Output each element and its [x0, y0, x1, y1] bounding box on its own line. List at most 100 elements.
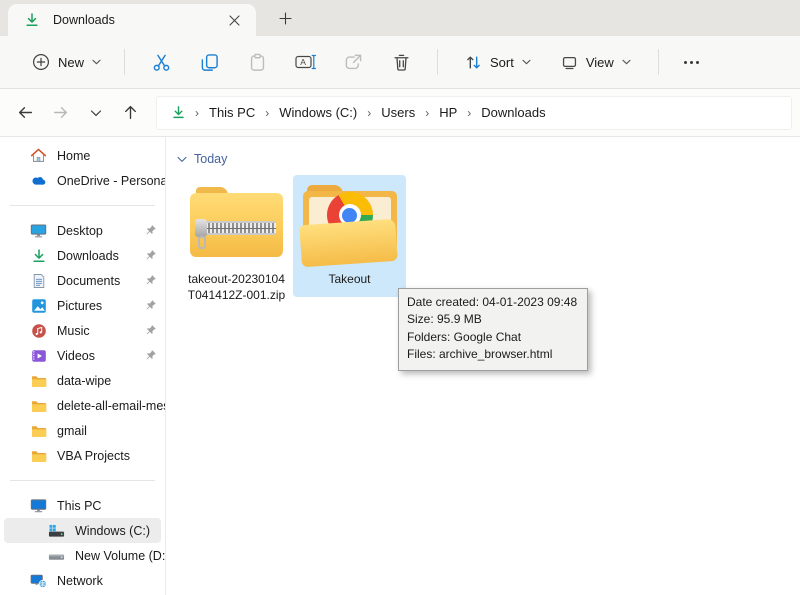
sidebar-item-downloads[interactable]: Downloads: [0, 243, 165, 268]
new-button-label: New: [58, 55, 84, 70]
sidebar-item-label: Home: [57, 149, 90, 163]
sidebar-item-pictures[interactable]: Pictures: [0, 293, 165, 318]
sidebar-item-onedrive[interactable]: OneDrive - Personal: [0, 168, 165, 193]
sidebar-item-documents[interactable]: Documents: [0, 268, 165, 293]
breadcrumb-chevron: ›: [192, 106, 202, 120]
sidebar-item-label: New Volume (D:): [75, 549, 166, 563]
pin-icon: [144, 249, 157, 262]
windows-drive-icon: [48, 522, 65, 539]
sidebar-item-label: VBA Projects: [57, 449, 130, 463]
chevron-down-icon: [622, 59, 631, 65]
downloads-location-icon: [171, 105, 186, 120]
sidebar-item-label: Network: [57, 574, 103, 588]
pin-icon: [144, 299, 157, 312]
sidebar-item-windows-c[interactable]: Windows (C:): [4, 518, 161, 543]
new-button[interactable]: New: [21, 46, 112, 78]
sidebar-item-delete-all-email[interactable]: delete-all-email-mess: [0, 393, 165, 418]
file-item-takeout[interactable]: Takeout: [293, 175, 406, 297]
svg-text:A: A: [300, 57, 306, 67]
file-info-tooltip: Date created: 04-01-2023 09:48 Size: 95.…: [398, 288, 588, 371]
sidebar-item-label: Downloads: [57, 249, 119, 263]
toolbar-divider: [437, 49, 438, 75]
toolbar-divider: [658, 49, 659, 75]
sidebar-item-new-volume-d[interactable]: New Volume (D:): [0, 543, 165, 568]
videos-icon: [30, 347, 47, 364]
sidebar-item-vba-projects[interactable]: VBA Projects: [0, 443, 165, 468]
breadcrumb-chevron: ›: [422, 106, 432, 120]
up-button[interactable]: [113, 97, 148, 129]
sidebar-item-label: Pictures: [57, 299, 102, 313]
rename-button[interactable]: A: [284, 43, 326, 81]
tooltip-line-size: Size: 95.9 MB: [407, 311, 577, 328]
sidebar-item-network[interactable]: Network: [0, 568, 165, 593]
desktop-icon: [30, 222, 47, 239]
paste-button[interactable]: [236, 43, 278, 81]
sidebar-item-music[interactable]: Music: [0, 318, 165, 343]
close-tab-icon[interactable]: [220, 8, 248, 32]
tooltip-line-date: Date created: 04-01-2023 09:48: [407, 294, 577, 311]
recent-locations-button[interactable]: [78, 97, 113, 129]
breadcrumb-chevron: ›: [464, 106, 474, 120]
folder-icon: [30, 372, 47, 389]
tooltip-line-files: Files: archive_browser.html: [407, 346, 577, 363]
view-button[interactable]: View: [550, 47, 642, 78]
command-toolbar: New A Sort View: [0, 36, 800, 89]
onedrive-cloud-icon: [30, 172, 47, 189]
sort-button[interactable]: Sort: [454, 47, 542, 78]
sidebar-item-label: data-wipe: [57, 374, 111, 388]
navigation-pane: Home OneDrive - Personal Desktop Downloa…: [0, 137, 166, 595]
new-tab-button[interactable]: [270, 4, 300, 32]
address-field[interactable]: › This PC › Windows (C:) › Users › HP › …: [156, 96, 792, 130]
sidebar-item-label: Desktop: [57, 224, 103, 238]
breadcrumb-windows-c[interactable]: Windows (C:): [272, 100, 364, 125]
delete-button[interactable]: [380, 43, 422, 81]
back-button[interactable]: [8, 97, 43, 129]
sidebar-divider: [10, 205, 155, 206]
copy-button[interactable]: [188, 43, 230, 81]
breadcrumb-downloads[interactable]: Downloads: [474, 100, 552, 125]
forward-button[interactable]: [43, 97, 78, 129]
sidebar-item-label: delete-all-email-mess: [57, 399, 166, 413]
breadcrumb-hp[interactable]: HP: [432, 100, 464, 125]
pictures-icon: [30, 297, 47, 314]
sidebar-item-this-pc[interactable]: This PC: [0, 493, 165, 518]
chevron-down-icon: [92, 59, 101, 65]
sidebar-item-gmail[interactable]: gmail: [0, 418, 165, 443]
network-icon: [30, 572, 47, 589]
explorer-tab[interactable]: Downloads: [8, 4, 256, 36]
sidebar-item-videos[interactable]: Videos: [0, 343, 165, 368]
file-name: takeout-20230104T041412Z-001.zip: [186, 271, 288, 303]
sidebar-item-home[interactable]: Home: [0, 143, 165, 168]
breadcrumb-this-pc[interactable]: This PC: [202, 100, 262, 125]
cut-button[interactable]: [140, 43, 182, 81]
sidebar-divider: [10, 480, 155, 481]
pin-icon: [144, 324, 157, 337]
documents-icon: [30, 272, 47, 289]
view-button-label: View: [586, 55, 614, 70]
sidebar-item-label: gmail: [57, 424, 87, 438]
group-header-label: Today: [194, 152, 227, 166]
file-item-zip[interactable]: takeout-20230104T041412Z-001.zip: [180, 175, 293, 313]
sidebar-item-label: Documents: [57, 274, 120, 288]
pin-icon: [144, 349, 157, 362]
more-options-button[interactable]: [671, 43, 713, 81]
breadcrumb-chevron: ›: [364, 106, 374, 120]
this-pc-icon: [30, 497, 47, 514]
sidebar-item-desktop[interactable]: Desktop: [0, 218, 165, 243]
sidebar-item-data-wipe[interactable]: data-wipe: [0, 368, 165, 393]
sidebar-item-label: OneDrive - Personal: [57, 174, 166, 188]
sidebar-item-label: Videos: [57, 349, 95, 363]
share-button[interactable]: [332, 43, 374, 81]
sidebar-item-label: Windows (C:): [75, 524, 150, 538]
pin-icon: [144, 274, 157, 287]
folder-icon: [30, 447, 47, 464]
address-bar: › This PC › Windows (C:) › Users › HP › …: [0, 89, 800, 137]
breadcrumb-users[interactable]: Users: [374, 100, 422, 125]
pin-icon: [144, 224, 157, 237]
file-name: Takeout: [299, 271, 401, 287]
sort-button-label: Sort: [490, 55, 514, 70]
sort-arrows-icon: [465, 54, 482, 71]
downloads-icon: [24, 12, 40, 28]
takeout-folder-icon: [302, 181, 398, 267]
group-header-today[interactable]: Today: [176, 149, 800, 169]
